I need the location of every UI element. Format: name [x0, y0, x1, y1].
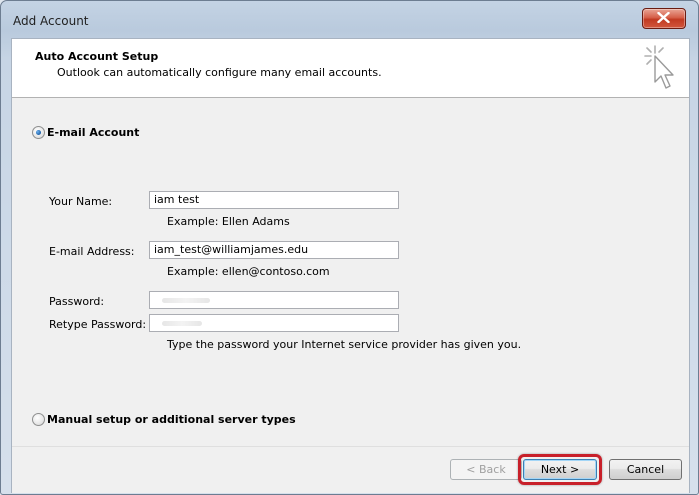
- wizard-body: E-mail Account Your Name: iam test Examp…: [12, 98, 689, 446]
- window-title: Add Account: [13, 14, 89, 28]
- password-mask: [162, 298, 210, 303]
- password-label: Password:: [49, 295, 105, 308]
- email-address-field[interactable]: iam_test@williamjames.edu: [149, 241, 399, 259]
- retype-password-mask: [162, 321, 202, 326]
- title-bar: Add Account: [1, 1, 698, 39]
- email-account-label[interactable]: E-mail Account: [47, 126, 139, 139]
- wizard-header: Auto Account Setup Outlook can automatic…: [12, 39, 689, 98]
- add-account-window: Add Account Auto Account Setup Outlook c…: [0, 0, 699, 495]
- cancel-button[interactable]: Cancel: [609, 459, 682, 480]
- back-button[interactable]: < Back: [450, 459, 522, 480]
- retype-password-label: Retype Password:: [49, 318, 147, 331]
- close-button[interactable]: [642, 8, 686, 29]
- page-title: Auto Account Setup: [35, 50, 159, 63]
- your-name-field[interactable]: iam test: [149, 191, 399, 209]
- email-account-radio[interactable]: [32, 126, 45, 139]
- your-name-label: Your Name:: [49, 195, 113, 208]
- email-address-label: E-mail Address:: [49, 245, 135, 258]
- cursor-click-icon: [644, 45, 674, 89]
- email-address-example: Example: ellen@contoso.com: [167, 265, 330, 278]
- retype-password-field[interactable]: [149, 314, 399, 332]
- wizard-footer: < Back Next > Cancel: [12, 446, 689, 493]
- next-button[interactable]: Next >: [523, 459, 597, 480]
- password-field[interactable]: [149, 291, 399, 309]
- page-subtitle: Outlook can automatically configure many…: [57, 66, 382, 79]
- manual-setup-label[interactable]: Manual setup or additional server types: [47, 413, 296, 426]
- dialog-content: Auto Account Setup Outlook can automatic…: [11, 38, 690, 493]
- password-hint: Type the password your Internet service …: [167, 338, 522, 351]
- your-name-example: Example: Ellen Adams: [167, 215, 290, 228]
- close-icon: [657, 12, 670, 23]
- manual-setup-radio[interactable]: [32, 413, 45, 426]
